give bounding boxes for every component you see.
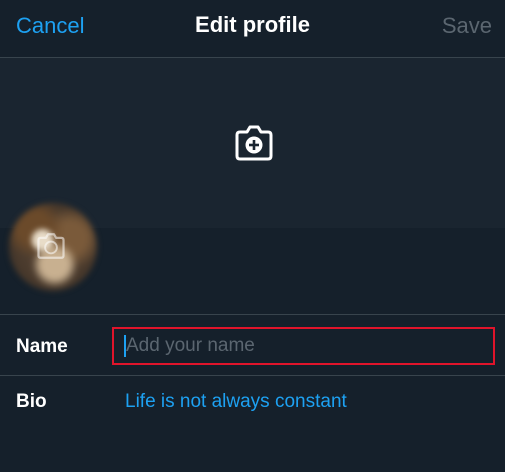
- divider: [0, 314, 505, 315]
- divider: [0, 375, 505, 376]
- bio-field[interactable]: Life is not always constant: [125, 391, 347, 413]
- navigation-bar: Cancel Edit profile Save: [0, 0, 505, 58]
- page-title: Edit profile: [195, 12, 310, 37]
- text-cursor: [124, 335, 126, 357]
- name-input[interactable]: [112, 327, 495, 365]
- camera-plus-icon[interactable]: [234, 124, 274, 162]
- name-label: Name: [16, 336, 68, 357]
- bio-label: Bio: [16, 391, 47, 412]
- header-image-area[interactable]: [0, 58, 505, 228]
- camera-plus-icon[interactable]: [36, 232, 66, 260]
- save-button[interactable]: Save: [442, 13, 492, 39]
